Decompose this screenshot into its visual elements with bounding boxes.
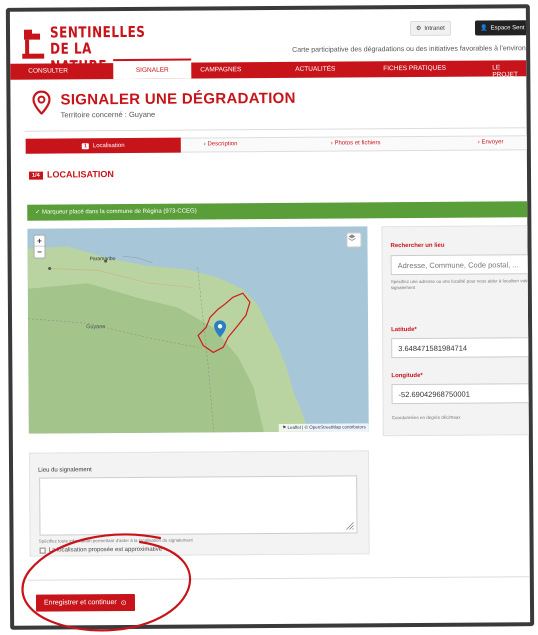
gear-icon: ⚙ bbox=[415, 25, 422, 32]
map-marker-icon[interactable] bbox=[214, 320, 227, 338]
step-label: Localisation bbox=[92, 142, 125, 149]
step-localisation[interactable]: 1 Localisation bbox=[25, 137, 181, 154]
main-navbar: CONSULTER SIGNALER CAMPAGNES ACTUALITÉS … bbox=[10, 58, 527, 80]
location-map[interactable]: Paramaribo Guyane + − ⚑ Leaflet | © Open… bbox=[27, 226, 369, 434]
step-label: Photos et fichiers bbox=[334, 140, 381, 147]
step-description[interactable]: › Description bbox=[204, 141, 238, 147]
location-side-panel: Rechercher un lieu Adresse, Commune, Cod… bbox=[381, 225, 535, 437]
latitude-label: Latitude* bbox=[391, 326, 417, 334]
arrow-circle-icon: ⊙ bbox=[120, 599, 127, 607]
site-tagline: Carte participative des dégradations ou … bbox=[292, 45, 526, 54]
section-step-badge: 1/4 bbox=[28, 171, 43, 180]
map-pin-icon bbox=[32, 90, 51, 115]
save-label: Enregistrer et continuer bbox=[43, 599, 117, 607]
chevron-right-icon: › bbox=[477, 139, 480, 146]
nav-item-signaler[interactable]: SIGNALER bbox=[113, 58, 192, 80]
approx-checkbox[interactable] bbox=[39, 547, 46, 554]
search-help-text: Spécifiez une adresse ou une localité po… bbox=[390, 278, 531, 291]
step-envoyer[interactable]: › Envoyer bbox=[478, 139, 504, 145]
approx-label: La localisation proposée est approximati… bbox=[48, 546, 163, 554]
map-canvas[interactable]: Paramaribo Guyane bbox=[27, 226, 368, 434]
lieu-label: Lieu du signalement bbox=[38, 467, 92, 474]
lieu-panel: Lieu du signalement Spécifiez toute info… bbox=[28, 450, 370, 557]
region-label: Guyane bbox=[86, 324, 105, 330]
search-label: Rechercher un lieu bbox=[390, 242, 445, 250]
espace-sentinelle-button[interactable]: 👤 Espace Sent bbox=[474, 20, 535, 36]
sentinel-logo-icon bbox=[22, 29, 45, 59]
step-label: Description bbox=[207, 141, 238, 148]
map-layers-button[interactable] bbox=[346, 232, 362, 248]
layers-icon bbox=[348, 234, 356, 241]
intranet-button[interactable]: ⚙ Intranet bbox=[409, 20, 451, 37]
nav-item-actualites[interactable]: ACTUALITÉS bbox=[295, 66, 335, 73]
zoom-out-button[interactable]: − bbox=[35, 247, 45, 258]
page-title: SIGNALER UNE DÉGRADATION bbox=[60, 89, 296, 109]
divider bbox=[24, 127, 535, 132]
longitude-label: Longitude* bbox=[391, 372, 423, 380]
map-zoom-control: + − bbox=[33, 234, 46, 259]
section-title: LOCALISATION bbox=[46, 169, 114, 180]
map-attribution[interactable]: ⚑ Leaflet | © OpenStreetMap contributors bbox=[279, 423, 369, 432]
step-number-badge: 1 bbox=[82, 142, 89, 149]
nav-item-campagnes[interactable]: CAMPAGNES bbox=[200, 66, 241, 73]
nav-item-consulter[interactable]: CONSULTER bbox=[28, 67, 68, 74]
step-label: Envoyer bbox=[481, 139, 504, 146]
step-photos[interactable]: › Photos et fichiers bbox=[331, 140, 381, 146]
latitude-input[interactable]: 3.648471581984714 bbox=[391, 337, 535, 359]
step-progress: 1 Localisation › Description › Photos et… bbox=[24, 135, 535, 154]
success-alert: ✓ Marqueur placé dans la commune de Régi… bbox=[27, 201, 535, 221]
zoom-in-button[interactable]: + bbox=[34, 235, 45, 247]
approx-checkbox-row[interactable]: La localisation proposée est approximati… bbox=[39, 546, 163, 554]
coords-help-text: Coordonnées en degrés décimaux bbox=[391, 414, 461, 421]
screenshot-frame: SENTINELLES DE LA NATURE ⚙ Intranet 👤 Es… bbox=[5, 4, 535, 630]
search-input[interactable]: Adresse, Commune, Code postal, ... bbox=[390, 254, 534, 276]
longitude-input[interactable]: -52.69042968750001 bbox=[391, 383, 535, 405]
chevron-right-icon: › bbox=[330, 140, 333, 147]
intranet-label: Intranet bbox=[424, 25, 445, 32]
town-label: Paramaribo bbox=[90, 256, 116, 262]
lieu-textarea[interactable] bbox=[39, 475, 358, 536]
site-logo[interactable]: SENTINELLES DE LA NATURE bbox=[18, 17, 148, 75]
resize-grip-icon[interactable] bbox=[345, 521, 354, 530]
user-icon: 👤 bbox=[479, 25, 488, 32]
page-subtitle: Territoire concerné : Guyane bbox=[60, 109, 156, 120]
nav-item-fiches-pratiques[interactable]: FICHES PRATIQUES bbox=[383, 65, 446, 72]
save-continue-button[interactable]: Enregistrer et continuer ⊙ bbox=[35, 593, 135, 612]
lieu-help-text: Spécifiez toute information permettant d… bbox=[38, 537, 193, 544]
nav-item-le-projet[interactable]: LE PROJET bbox=[492, 64, 526, 78]
espace-label: Espace Sent bbox=[490, 24, 525, 31]
divider bbox=[27, 576, 535, 581]
chevron-right-icon: › bbox=[203, 141, 206, 148]
